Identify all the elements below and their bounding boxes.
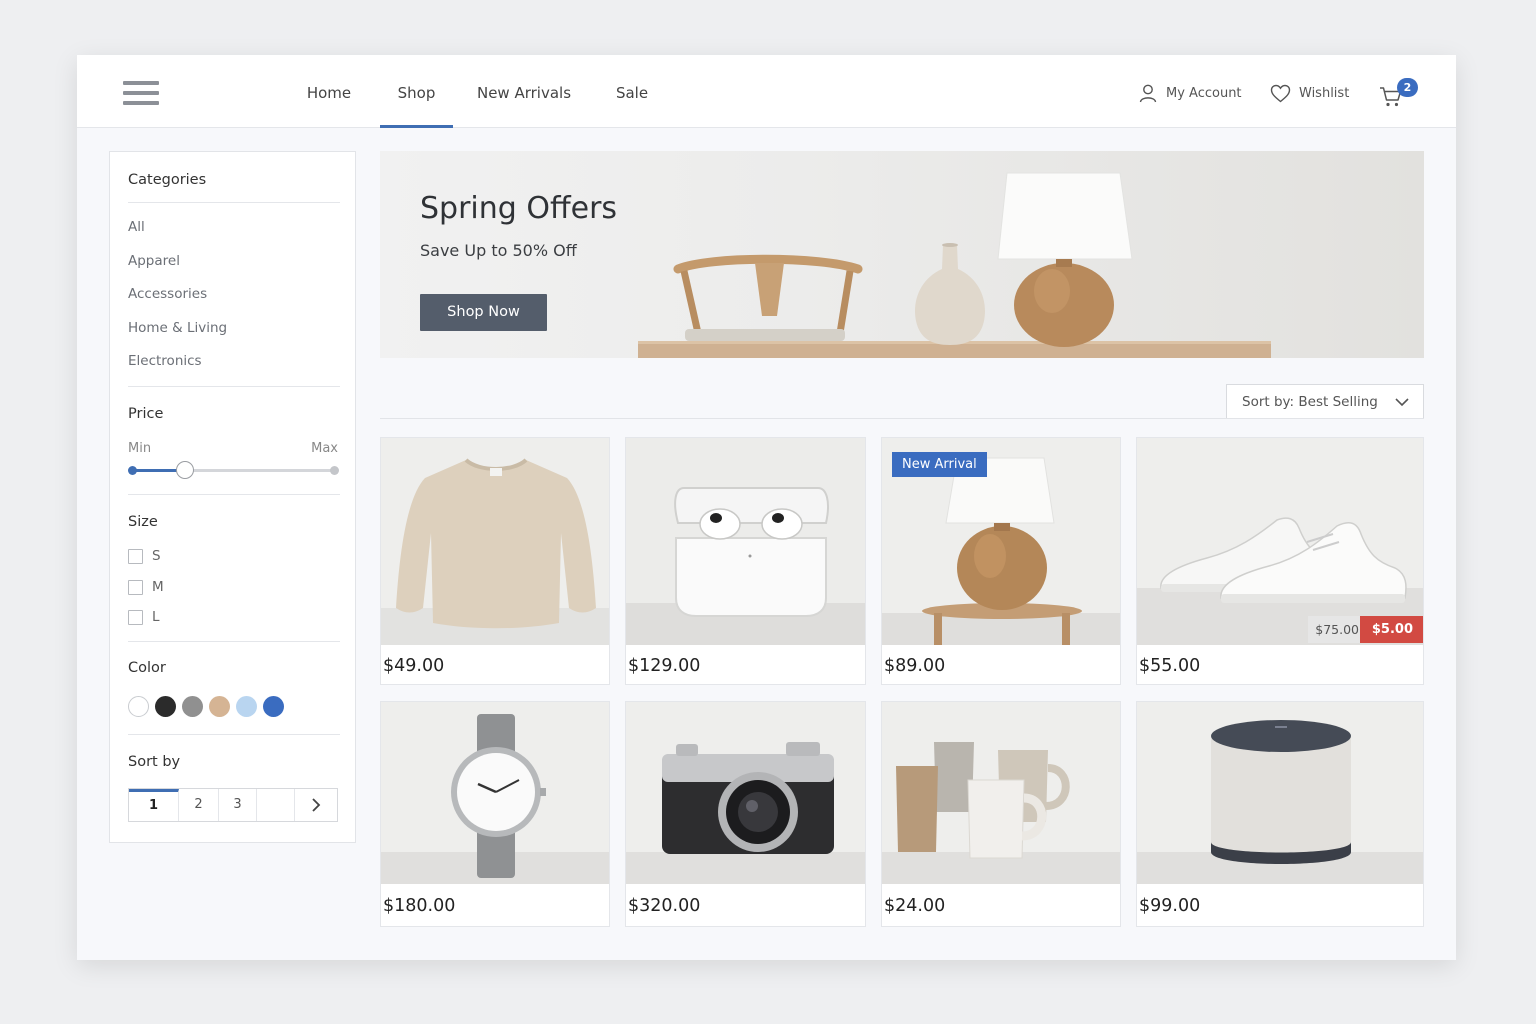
color-swatch[interactable] [236, 696, 257, 717]
divider [128, 641, 340, 642]
nav-shop[interactable]: Shop [380, 55, 453, 128]
product-card-sneakers[interactable]: $75.00 $5.00 $55.00 [1136, 437, 1424, 685]
app-window: Home Shop New Arrivals Sale My Account W… [77, 55, 1456, 960]
divider [128, 494, 340, 495]
size-title: Size [128, 514, 158, 530]
category-apparel[interactable]: Apparel [128, 253, 180, 269]
color-title: Color [128, 660, 166, 676]
color-swatch[interactable] [209, 696, 230, 717]
size-m-checkbox[interactable] [128, 579, 143, 595]
camera-image [626, 702, 865, 884]
top-navigation: Home Shop New Arrivals Sale My Account W… [77, 55, 1456, 128]
product-card-camera[interactable]: $320.00 [625, 701, 866, 927]
user-icon [1139, 84, 1157, 103]
category-all[interactable]: All [128, 219, 145, 235]
price-title: Price [128, 406, 164, 422]
color-swatch[interactable] [182, 696, 203, 717]
size-option-s[interactable]: S [128, 548, 161, 564]
sort-by-title: Sort by [128, 754, 181, 770]
divider [128, 734, 340, 735]
heart-icon [1270, 84, 1291, 102]
color-swatches [128, 696, 284, 717]
sneakers-image [1137, 438, 1423, 645]
size-s-label: S [152, 548, 161, 564]
menu-icon[interactable] [123, 81, 159, 105]
hero-title: Spring Offers [420, 191, 618, 226]
next-page-button[interactable] [295, 789, 337, 821]
cart-button[interactable]: 2 [1379, 78, 1419, 107]
filter-sidebar: Categories All Apparel Accessories Home … [109, 151, 356, 843]
size-l-checkbox[interactable] [128, 609, 143, 625]
product-card-earbuds[interactable]: $129.00 [625, 437, 866, 685]
product-price: $89.00 [884, 656, 946, 676]
page-3-button[interactable]: 3 [219, 789, 257, 821]
category-home-living[interactable]: Home & Living [128, 320, 227, 336]
original-price: $75.00 [1308, 616, 1366, 643]
product-price: $180.00 [383, 896, 456, 916]
page-2-button[interactable]: 2 [179, 789, 219, 821]
product-card-smart-speaker[interactable]: $99.00 [1136, 701, 1424, 927]
product-card-watch[interactable]: $180.00 [380, 701, 610, 927]
mugs-image [882, 702, 1120, 884]
price-slider[interactable] [128, 461, 339, 479]
product-price: $99.00 [1139, 896, 1201, 916]
categories-title: Categories [128, 172, 207, 188]
my-account-label: My Account [1166, 85, 1242, 101]
category-accessories[interactable]: Accessories [128, 286, 207, 302]
divider [128, 202, 340, 203]
divider [128, 386, 340, 387]
price-slider-max-handle[interactable] [330, 466, 339, 475]
color-swatch[interactable] [128, 696, 149, 717]
watch-image [381, 702, 609, 884]
divider [380, 418, 1424, 419]
color-swatch[interactable] [155, 696, 176, 717]
category-electronics[interactable]: Electronics [128, 353, 202, 369]
shop-now-button[interactable]: Shop Now [420, 294, 547, 331]
size-option-m[interactable]: M [128, 579, 164, 595]
new-arrival-badge: New Arrival [892, 452, 987, 477]
price-min-label: Min [128, 441, 152, 456]
chevron-down-icon [1395, 398, 1409, 407]
price-slider-thumb[interactable] [175, 461, 194, 479]
price-max-label: Max [311, 441, 338, 456]
size-l-label: L [152, 609, 160, 625]
size-option-l[interactable]: L [128, 609, 160, 625]
sweater-image [381, 438, 609, 645]
nav-home[interactable]: Home [303, 55, 355, 128]
sale-price-badge: $5.00 [1359, 616, 1423, 643]
wishlist-link[interactable]: Wishlist [1270, 82, 1349, 104]
product-price: $55.00 [1139, 656, 1201, 676]
product-price: $49.00 [383, 656, 445, 676]
product-price: $129.00 [628, 656, 701, 676]
smart-speaker-image [1137, 702, 1423, 884]
sort-dropdown[interactable]: Sort by: Best Selling [1226, 384, 1424, 419]
product-card-mugs[interactable]: $24.00 [881, 701, 1121, 927]
size-m-label: M [152, 579, 164, 595]
size-s-checkbox[interactable] [128, 548, 143, 564]
page-1-button[interactable]: 1 [129, 789, 179, 821]
pagination: 1 2 3 [128, 788, 338, 822]
cart-count-badge: 2 [1397, 78, 1418, 97]
chevron-right-icon [312, 798, 321, 812]
hero-subtitle: Save Up to 50% Off [420, 241, 577, 260]
nav-sale[interactable]: Sale [613, 55, 651, 128]
product-price: $24.00 [884, 896, 946, 916]
price-slider-min-handle[interactable] [128, 466, 137, 475]
nav-new-arrivals[interactable]: New Arrivals [475, 55, 573, 128]
color-swatch[interactable] [263, 696, 284, 717]
sort-dropdown-label: Sort by: Best Selling [1242, 393, 1378, 410]
earbuds-image [626, 438, 865, 645]
product-card-sweater[interactable]: $49.00 [380, 437, 610, 685]
my-account-link[interactable]: My Account [1138, 82, 1242, 104]
product-price: $320.00 [628, 896, 701, 916]
page-blank [257, 789, 295, 821]
product-card-table-lamp[interactable]: New Arrival $89.00 [881, 437, 1121, 685]
hero-banner: Spring Offers Save Up to 50% Off Shop No… [380, 151, 1424, 358]
wishlist-label: Wishlist [1299, 85, 1350, 101]
